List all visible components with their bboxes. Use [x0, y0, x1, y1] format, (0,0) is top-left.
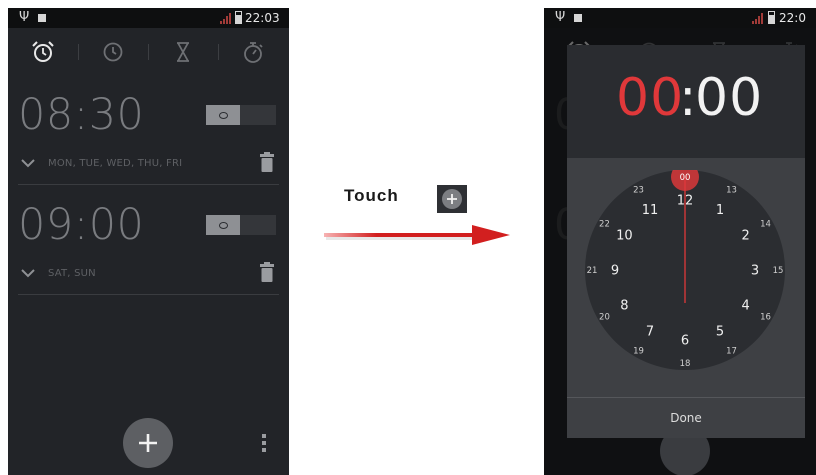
dial-hour-6[interactable]: 6	[681, 334, 689, 349]
expand-chevron-icon[interactable]	[20, 158, 36, 168]
trash-icon[interactable]	[260, 262, 274, 282]
notification-icon	[574, 14, 582, 22]
status-bar: Ψ 22:03	[8, 8, 289, 28]
dial-hour-12[interactable]: 12	[677, 194, 694, 209]
dial-hour-22[interactable]: 22	[599, 220, 610, 230]
dial-hour-20[interactable]: 20	[599, 313, 610, 323]
trash-icon[interactable]	[260, 152, 274, 172]
tab-alarm[interactable]	[8, 32, 78, 72]
alarm-list-screen: Ψ 22:03 08:30 MON, TUE, WED, THU, FRI 09…	[8, 8, 289, 475]
time-picker-screen: Ψ 22:0 00: 00 12 1 2 3 4 5 6 7 8 9 10 1…	[544, 8, 816, 475]
stopwatch-icon	[244, 42, 263, 63]
dial-hour-2[interactable]: 2	[741, 229, 749, 244]
expand-chevron-icon[interactable]	[20, 268, 36, 278]
dial-hour-21[interactable]: 21	[587, 266, 598, 276]
dial-hour-1[interactable]: 1	[716, 203, 724, 218]
dial-hour-16[interactable]: 16	[760, 313, 771, 323]
alarm-days: SAT, SUN	[48, 268, 96, 279]
dial-hour-00[interactable]: 00	[680, 173, 691, 183]
signal-icon	[752, 13, 765, 24]
alarm-toggle[interactable]	[206, 105, 276, 125]
dial-hour-17[interactable]: 17	[726, 347, 737, 357]
tab-timer[interactable]	[148, 32, 218, 72]
dial-hour-7[interactable]: 7	[646, 324, 654, 339]
dial-hour-11[interactable]: 11	[642, 203, 659, 218]
dial-hour-9[interactable]: 9	[611, 264, 619, 279]
dial-hour-8[interactable]: 8	[620, 299, 628, 314]
hour-dial[interactable]: 121234567891011001314151617181920212223	[585, 170, 785, 370]
add-alarm-button[interactable]	[123, 418, 173, 468]
clock-icon	[103, 42, 123, 62]
minutes-display[interactable]: 00	[695, 68, 763, 128]
dial-hour-5[interactable]: 5	[716, 324, 724, 339]
tab-stopwatch[interactable]	[218, 32, 288, 72]
alarm-time[interactable]: 09:00	[18, 200, 144, 250]
battery-icon	[235, 11, 242, 24]
time-picker-dialog: 00 : 00 12 1 2 3 4 5 6 7 8 9 10 11 00 13 14 15 16 17 18 19 2…	[567, 45, 805, 438]
alarm-clock-icon	[32, 41, 54, 62]
dial-hour-18[interactable]: 18	[680, 359, 691, 369]
overflow-menu-icon[interactable]	[261, 433, 267, 453]
dial-hour-19[interactable]: 19	[633, 347, 644, 357]
usb-icon: Ψ	[19, 10, 30, 25]
usb-icon: Ψ	[555, 10, 566, 25]
dial-hour-10[interactable]: 10	[616, 229, 633, 244]
hourglass-icon	[177, 42, 189, 62]
touch-instruction: Touch	[344, 186, 399, 205]
divider	[567, 397, 805, 398]
tab-bar	[8, 32, 289, 72]
status-bar: Ψ 22:0	[544, 8, 816, 28]
alarm-time[interactable]: 08:30	[18, 90, 144, 140]
alarm-toggle[interactable]	[206, 215, 276, 235]
signal-icon	[220, 13, 233, 24]
time-display: 00 : 00	[567, 45, 805, 158]
tab-clock[interactable]	[78, 32, 148, 72]
alarm-days: MON, TUE, WED, THU, FRI	[48, 158, 183, 169]
dial-hour-13[interactable]: 13	[726, 186, 737, 196]
status-time: 22:03	[245, 11, 280, 25]
arrow-right-icon	[324, 225, 510, 245]
dial-hour-3[interactable]: 3	[751, 264, 759, 279]
status-time: 22:0	[779, 11, 806, 25]
dial-hour-23[interactable]: 23	[633, 186, 644, 196]
plus-icon	[139, 434, 157, 452]
done-button[interactable]: Done	[567, 411, 805, 425]
dial-hour-14[interactable]: 14	[760, 220, 771, 230]
dial-hour-4[interactable]: 4	[741, 299, 749, 314]
dial-hour-15[interactable]: 15	[773, 266, 784, 276]
hours-display[interactable]: 00	[616, 68, 684, 128]
add-button-icon	[437, 185, 467, 213]
notification-icon	[38, 14, 46, 22]
battery-icon	[768, 11, 775, 24]
